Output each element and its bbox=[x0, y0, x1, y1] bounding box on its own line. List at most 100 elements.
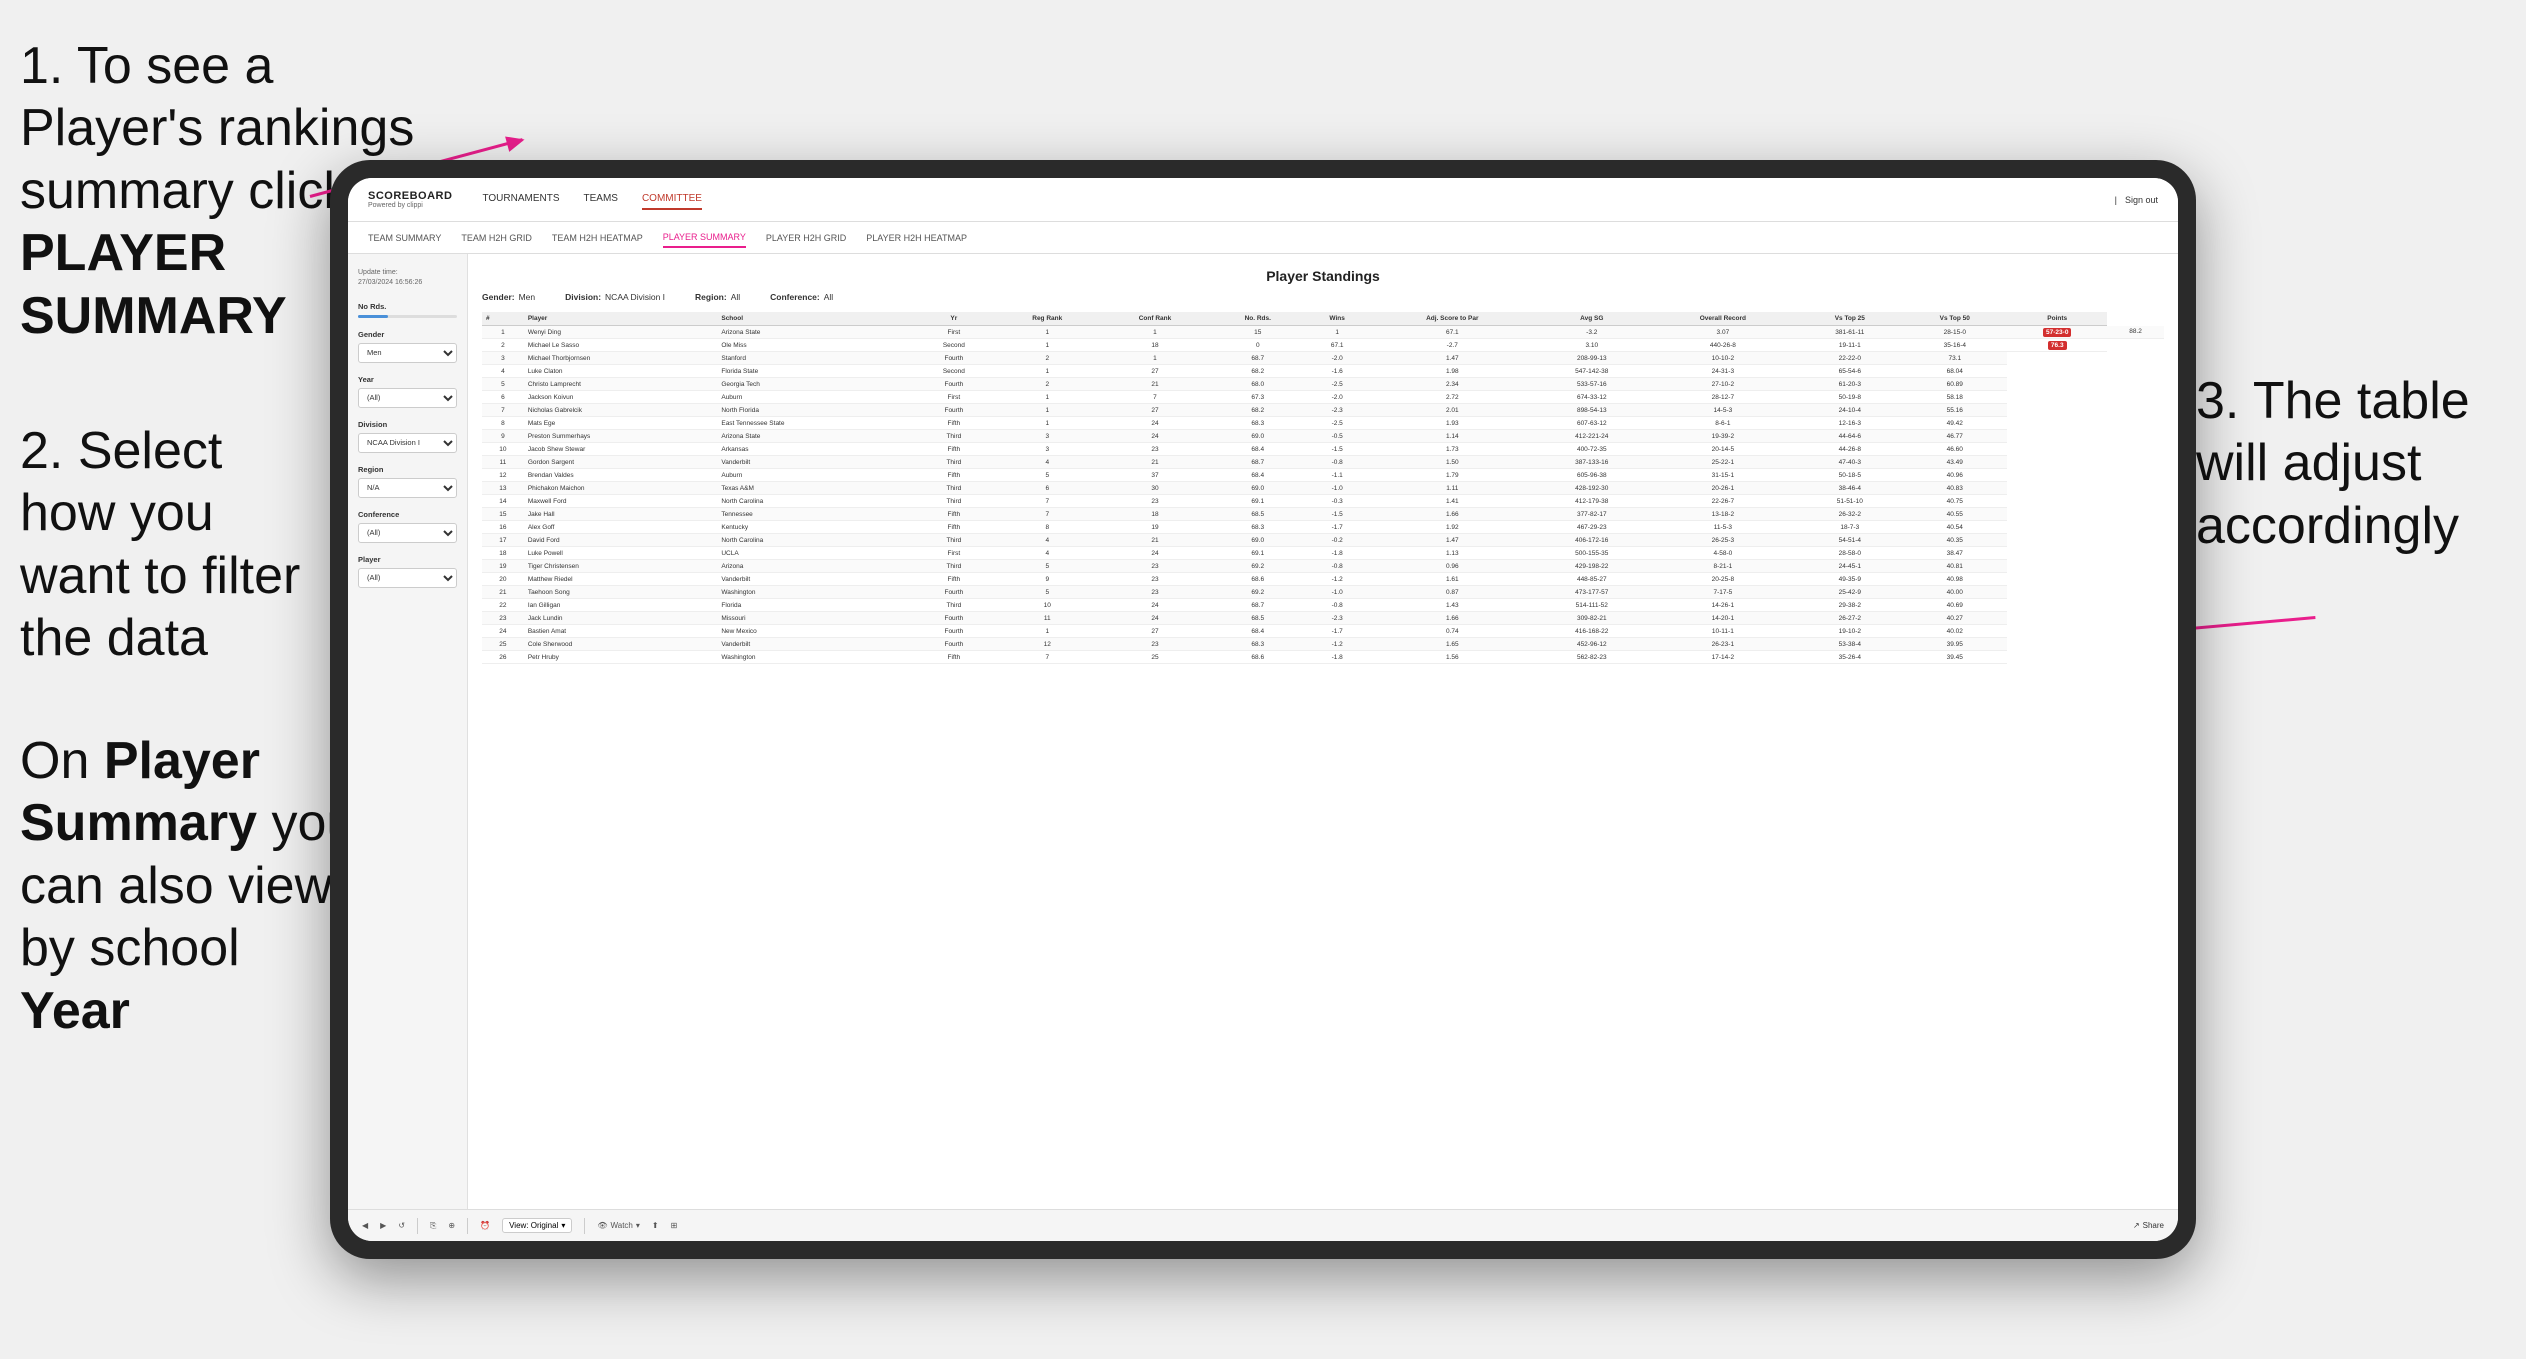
nav-separator: | bbox=[2115, 195, 2117, 205]
sign-out-link[interactable]: Sign out bbox=[2125, 195, 2158, 205]
region-section: Region N/A bbox=[358, 465, 457, 498]
back-btn[interactable]: ◀ bbox=[362, 1221, 368, 1230]
table-cell: 8 bbox=[995, 521, 1099, 534]
paste-btn[interactable]: ⊕ bbox=[448, 1221, 455, 1230]
table-cell: Fourth bbox=[913, 586, 995, 599]
table-cell: 19-10-2 bbox=[1797, 625, 1902, 638]
subnav-player-summary[interactable]: PLAYER SUMMARY bbox=[663, 228, 746, 248]
subnav-team-summary[interactable]: TEAM SUMMARY bbox=[368, 229, 441, 247]
table-cell: 69.2 bbox=[1211, 560, 1305, 573]
nav-teams[interactable]: TEAMS bbox=[584, 189, 618, 210]
division-select[interactable]: NCAA Division I bbox=[358, 433, 457, 453]
gender-select[interactable]: Men bbox=[358, 343, 457, 363]
table-cell: 440-26-8 bbox=[1648, 339, 1797, 352]
table-cell: -1.8 bbox=[1305, 651, 1369, 664]
subnav-team-h2h-grid[interactable]: TEAM H2H GRID bbox=[461, 229, 532, 247]
step3b-bold2: Year bbox=[20, 982, 130, 1040]
table-cell: 428-192-30 bbox=[1535, 482, 1648, 495]
table-cell: 14-5-3 bbox=[1648, 404, 1797, 417]
table-row: 4Luke ClatonFlorida StateSecond12768.2-1… bbox=[482, 365, 2164, 378]
refresh-btn[interactable]: ↺ bbox=[398, 1221, 405, 1230]
filter-gender: Gender: Men bbox=[482, 292, 535, 302]
conference-section: Conference (All) bbox=[358, 510, 457, 543]
table-cell: 30 bbox=[1099, 482, 1210, 495]
table-cell: 1 bbox=[995, 339, 1099, 352]
subnav-player-h2h-heatmap[interactable]: PLAYER H2H HEATMAP bbox=[866, 229, 967, 247]
table-cell: 1.41 bbox=[1369, 495, 1535, 508]
watch-btn[interactable]: 👁 Watch ▾ bbox=[597, 1221, 640, 1230]
table-cell: 1 bbox=[995, 417, 1099, 430]
table-cell: 1 bbox=[1099, 326, 1210, 339]
table-row: 18Luke PowellUCLAFirst42469.1-1.81.13500… bbox=[482, 547, 2164, 560]
share-icon: ↗ bbox=[2133, 1221, 2140, 1230]
table-row: 13Phichakon MaichonTexas A&MThird63069.0… bbox=[482, 482, 2164, 495]
table-cell: Jackson Koivun bbox=[524, 391, 718, 404]
table-row: 23Jack LundinMissouriFourth112468.5-2.31… bbox=[482, 612, 2164, 625]
table-cell: 1.47 bbox=[1369, 534, 1535, 547]
table-cell: 68.7 bbox=[1211, 456, 1305, 469]
col-overall: Overall Record bbox=[1648, 312, 1797, 326]
table-cell: 1.73 bbox=[1369, 443, 1535, 456]
table-cell: 1.43 bbox=[1369, 599, 1535, 612]
copy-btn[interactable]: ⎘ bbox=[430, 1221, 436, 1231]
table-cell: 18-7-3 bbox=[1797, 521, 1902, 534]
col-yr: Yr bbox=[913, 312, 995, 326]
main-content: Update time: 27/03/2024 16:56:26 No Rds.… bbox=[348, 254, 2178, 1209]
table-cell: East Tennessee State bbox=[717, 417, 912, 430]
table-cell: 7 bbox=[995, 508, 1099, 521]
table-cell: Fifth bbox=[913, 443, 995, 456]
table-cell: 26-27-2 bbox=[1797, 612, 1902, 625]
subnav-player-h2h-grid[interactable]: PLAYER H2H GRID bbox=[766, 229, 846, 247]
table-cell: 4 bbox=[482, 365, 524, 378]
table-cell: 19-11-1 bbox=[1797, 339, 1902, 352]
table-cell: 7 bbox=[1099, 391, 1210, 404]
subnav-team-h2h-heatmap[interactable]: TEAM H2H HEATMAP bbox=[552, 229, 643, 247]
table-cell: 46.77 bbox=[1902, 430, 2007, 443]
table-cell: Ian Gilligan bbox=[524, 599, 718, 612]
table-cell: 605-96-38 bbox=[1535, 469, 1648, 482]
table-cell: 14-26-1 bbox=[1648, 599, 1797, 612]
grid-btn[interactable]: ⊞ bbox=[671, 1221, 678, 1230]
nav-committee[interactable]: COMMITTEE bbox=[642, 189, 702, 210]
export-btn[interactable]: ⬆ bbox=[652, 1221, 659, 1230]
table-cell: 1.14 bbox=[1369, 430, 1535, 443]
table-cell: 10 bbox=[482, 443, 524, 456]
table-cell: 24 bbox=[1099, 547, 1210, 560]
year-select[interactable]: (All) bbox=[358, 388, 457, 408]
table-cell: North Carolina bbox=[717, 534, 912, 547]
conference-select[interactable]: (All) bbox=[358, 523, 457, 543]
table-cell: 49.42 bbox=[1902, 417, 2007, 430]
table-cell: 23 bbox=[1099, 573, 1210, 586]
logo-sub: Powered by clippi bbox=[368, 202, 452, 209]
table-cell: Arkansas bbox=[717, 443, 912, 456]
table-cell: 38.47 bbox=[1902, 547, 2007, 560]
table-cell: 17-14-2 bbox=[1648, 651, 1797, 664]
table-cell: Fourth bbox=[913, 404, 995, 417]
forward-btn[interactable]: ▶ bbox=[380, 1221, 386, 1230]
table-cell: Maxwell Ford bbox=[524, 495, 718, 508]
table-cell: 7 bbox=[482, 404, 524, 417]
filter-region-label: Region: bbox=[695, 292, 727, 302]
table-cell: 40.98 bbox=[1902, 573, 2007, 586]
toolbar-sep1 bbox=[417, 1218, 418, 1234]
table-cell: 533-57-16 bbox=[1535, 378, 1648, 391]
player-select[interactable]: (All) bbox=[358, 568, 457, 588]
table-cell: 208-99-13 bbox=[1535, 352, 1648, 365]
table-cell: 387-133-16 bbox=[1535, 456, 1648, 469]
share-btn[interactable]: ↗ Share bbox=[2133, 1221, 2164, 1230]
table-cell: -2.0 bbox=[1305, 352, 1369, 365]
nav-tournaments[interactable]: TOURNAMENTS bbox=[482, 189, 559, 210]
view-btn[interactable]: View: Original ▾ bbox=[502, 1218, 572, 1233]
table-cell: 473-177-57 bbox=[1535, 586, 1648, 599]
table-cell: 67.1 bbox=[1305, 339, 1369, 352]
table-cell: 1 bbox=[482, 326, 524, 339]
share-label: Share bbox=[2143, 1221, 2164, 1230]
table-cell: 898-54-13 bbox=[1535, 404, 1648, 417]
region-select[interactable]: N/A bbox=[358, 478, 457, 498]
no-rds-slider[interactable] bbox=[358, 315, 457, 318]
clock-btn[interactable]: ⏰ bbox=[480, 1221, 490, 1230]
standings-table: # Player School Yr Reg Rank Conf Rank No… bbox=[482, 312, 2164, 664]
table-cell: 23 bbox=[1099, 586, 1210, 599]
table-cell: 10 bbox=[995, 599, 1099, 612]
table-cell: 1.50 bbox=[1369, 456, 1535, 469]
